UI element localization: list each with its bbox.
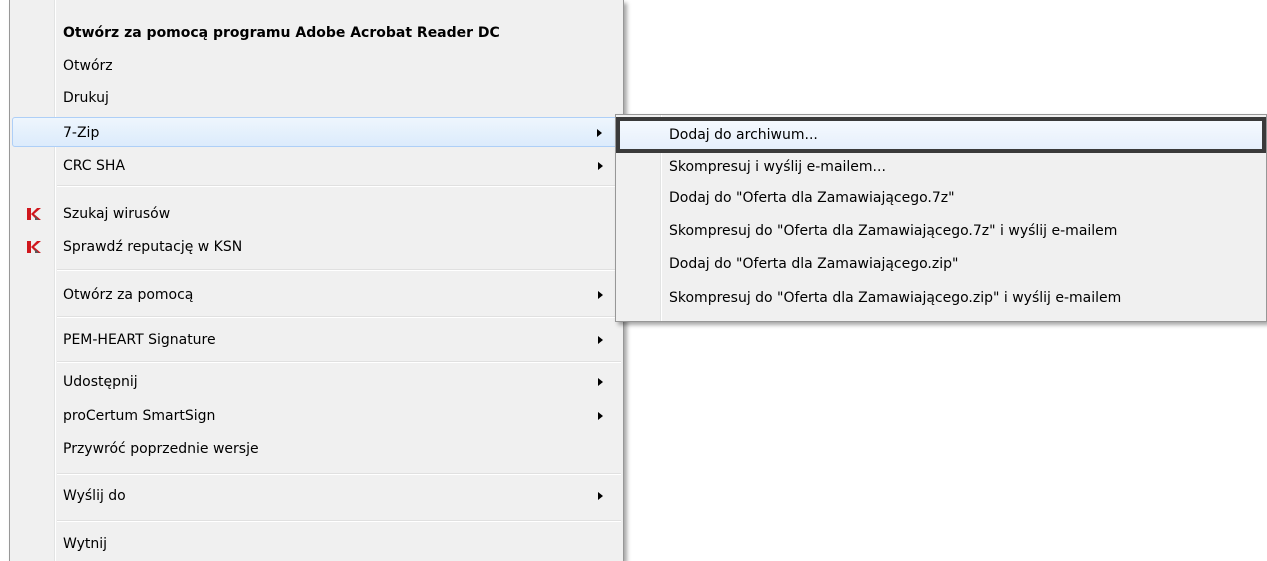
menu-separator	[57, 361, 621, 363]
chevron-right-icon	[598, 492, 603, 500]
menu-item-scan-viruses[interactable]: Szukaj wirusów	[12, 199, 621, 229]
menu-item-open-with[interactable]: Otwórz za pomocą	[12, 280, 621, 310]
chevron-right-icon	[598, 412, 603, 420]
menu-separator	[57, 520, 621, 522]
menu-separator	[57, 269, 621, 271]
menu-item-procertum[interactable]: proCertum SmartSign	[12, 401, 621, 431]
menu-item-label: Otwórz za pomocą programu Adobe Acrobat …	[63, 25, 500, 41]
menu-item-pem-heart[interactable]: PEM-HEART Signature	[12, 325, 621, 355]
kaspersky-k-icon	[27, 241, 41, 253]
menu-item-label: Sprawdź reputację w KSN	[63, 239, 243, 255]
chevron-right-icon	[598, 336, 603, 344]
menu-item-label: PEM-HEART Signature	[63, 332, 216, 348]
menu-item-label: Skompresuj do "Oferta dla Zamawiającego.…	[669, 290, 1122, 306]
menu-item-label: Otwórz	[63, 58, 113, 74]
submenu-item-compress-and-email[interactable]: Skompresuj i wyślij e-mailem...	[618, 152, 1264, 182]
menu-item-7zip[interactable]: 7-Zip	[12, 117, 621, 147]
menu-item-label: Szukaj wirusów	[63, 206, 171, 222]
menu-item-label: Skompresuj i wyślij e-mailem...	[669, 159, 886, 175]
context-menu: Otwórz za pomocą programu Adobe Acrobat …	[9, 0, 624, 561]
submenu-item-add-to-7z[interactable]: Dodaj do "Oferta dla Zamawiającego.7z"	[618, 183, 1264, 213]
menu-item-open-with-acrobat[interactable]: Otwórz za pomocą programu Adobe Acrobat …	[12, 18, 621, 48]
chevron-right-icon	[598, 378, 603, 386]
menu-item-label: Udostępnij	[63, 374, 138, 390]
menu-item-share[interactable]: Udostępnij	[12, 367, 621, 397]
kaspersky-k-icon	[27, 208, 41, 220]
menu-separator	[57, 473, 621, 475]
menu-item-crc-sha[interactable]: CRC SHA	[12, 151, 621, 181]
menu-item-label: Dodaj do "Oferta dla Zamawiającego.zip"	[669, 256, 959, 272]
submenu-item-compress-7z-and-email[interactable]: Skompresuj do "Oferta dla Zamawiającego.…	[618, 216, 1264, 246]
menu-separator	[57, 185, 621, 187]
menu-item-label: Wytnij	[63, 536, 108, 552]
menu-item-send-to[interactable]: Wyślij do	[12, 481, 621, 511]
menu-item-print[interactable]: Drukuj	[12, 83, 621, 113]
chevron-right-icon	[598, 291, 603, 299]
menu-item-open[interactable]: Otwórz	[12, 51, 621, 81]
submenu-item-add-to-archive[interactable]: Dodaj do archiwum...	[616, 117, 1266, 153]
menu-item-label: CRC SHA	[63, 158, 126, 174]
menu-item-check-reputation[interactable]: Sprawdź reputację w KSN	[12, 232, 621, 262]
menu-item-label: proCertum SmartSign	[63, 408, 216, 424]
menu-item-label: Otwórz za pomocą	[63, 287, 194, 303]
submenu-item-add-to-zip[interactable]: Dodaj do "Oferta dla Zamawiającego.zip"	[618, 249, 1264, 279]
menu-item-label: Skompresuj do "Oferta dla Zamawiającego.…	[669, 223, 1118, 239]
submenu-item-compress-zip-and-email[interactable]: Skompresuj do "Oferta dla Zamawiającego.…	[618, 283, 1264, 313]
menu-item-label: Dodaj do "Oferta dla Zamawiającego.7z"	[669, 190, 955, 206]
chevron-right-icon	[598, 162, 603, 170]
menu-item-cut[interactable]: Wytnij	[12, 529, 621, 559]
menu-item-label: Dodaj do archiwum...	[669, 127, 818, 143]
menu-item-label: Przywróć poprzednie wersje	[63, 441, 259, 457]
menu-item-label: 7-Zip	[63, 125, 100, 141]
menu-item-label: Wyślij do	[63, 488, 126, 504]
menu-separator	[57, 316, 621, 318]
submenu-7zip: Dodaj do archiwum... Skompresuj i wyślij…	[615, 114, 1267, 322]
menu-item-restore-versions[interactable]: Przywróć poprzednie wersje	[12, 434, 621, 464]
chevron-right-icon	[597, 129, 602, 137]
menu-item-label: Drukuj	[63, 90, 109, 106]
